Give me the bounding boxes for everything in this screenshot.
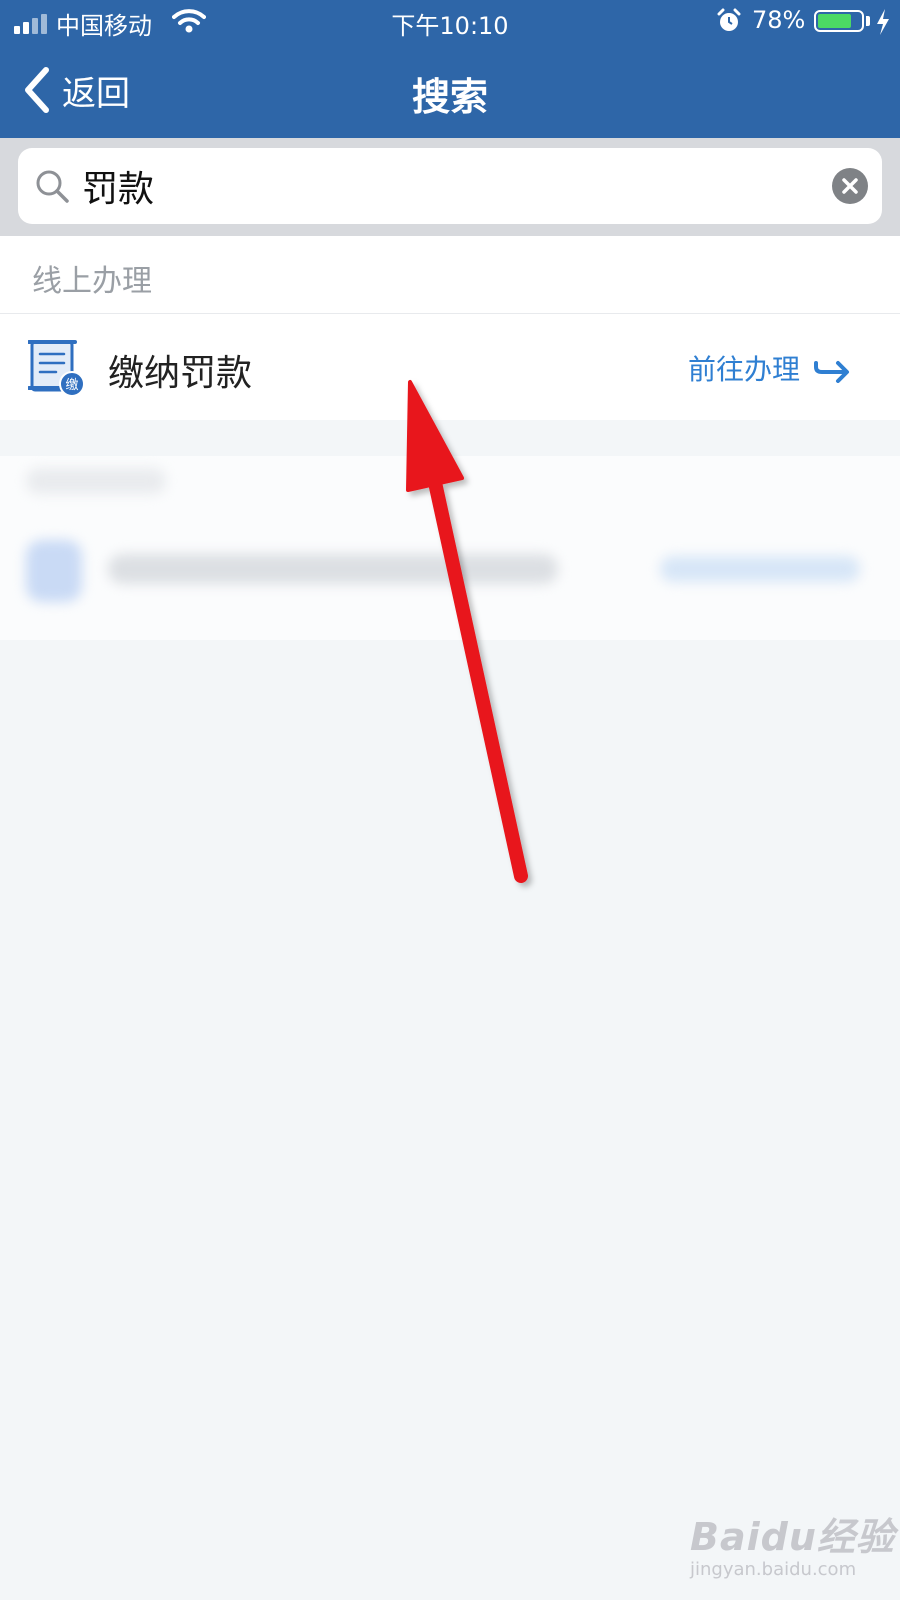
header: 中国移动 下午10:10 78% 返回 搜索 <box>0 0 900 138</box>
battery-icon <box>814 10 864 32</box>
alarm-icon <box>717 8 741 31</box>
search-area <box>0 138 900 236</box>
blurred-title <box>108 554 558 584</box>
search-input[interactable] <box>82 158 822 214</box>
icon-badge-text: 缴 <box>65 378 78 393</box>
search-box[interactable] <box>18 148 882 224</box>
charging-bolt-icon <box>877 9 889 35</box>
result-title: 缴纳罚款 <box>108 353 253 394</box>
battery-fill <box>818 14 851 28</box>
go-handle-label: 前往办理 <box>687 353 800 386</box>
clear-icon <box>842 178 858 194</box>
status-bar: 中国移动 下午10:10 78% <box>0 0 900 44</box>
battery-cap <box>866 16 870 26</box>
blurred-heading <box>26 468 166 494</box>
section-header: 线上办理 <box>0 236 900 314</box>
document-icon: 缴 <box>28 340 85 397</box>
blurred-link <box>660 556 860 582</box>
watermark-brand: Baidu经验 <box>690 1515 895 1559</box>
baidu-watermark: Baidu经验 jingyan.baidu.com <box>690 1506 895 1580</box>
battery-percent: 78% <box>752 6 806 34</box>
search-icon <box>36 170 69 203</box>
page-title: 搜索 <box>411 75 488 119</box>
clear-search-button[interactable] <box>832 168 868 204</box>
section-title: 线上办理 <box>32 264 152 299</box>
go-handle-button[interactable]: 前往办理 <box>688 348 850 388</box>
blurred-icon <box>26 540 82 602</box>
arrow-right-icon <box>814 361 849 383</box>
watermark-url: jingyan.baidu.com <box>690 1559 857 1580</box>
nav-bar: 返回 搜索 <box>0 44 900 138</box>
blurred-section <box>0 456 900 640</box>
result-item-pay-fine[interactable]: 缴 缴纳罚款 前往办理 <box>0 314 900 420</box>
